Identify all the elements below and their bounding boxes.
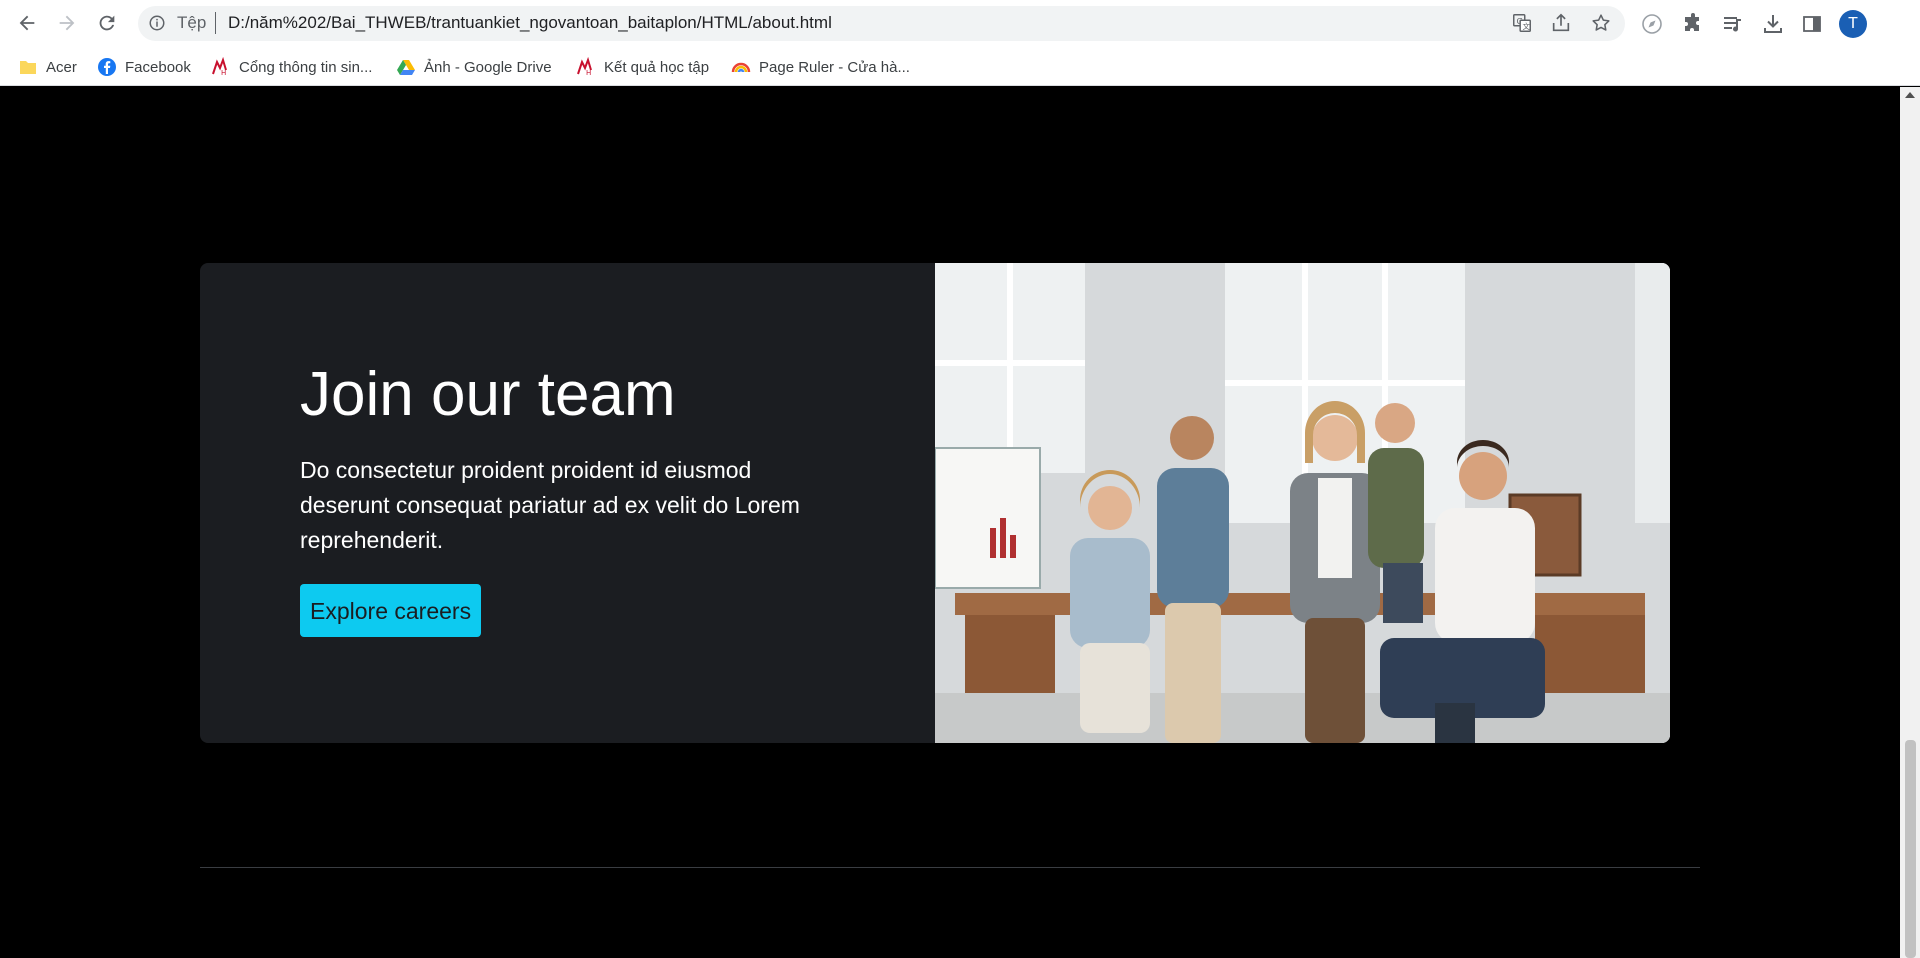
bookmarks-bar: Acer Facebook H Cổng thông tin sin... Ản… <box>0 48 1920 86</box>
svg-text:H: H <box>221 69 226 77</box>
bookmark-google-drive[interactable]: Ảnh - Google Drive <box>396 55 552 79</box>
reload-button[interactable] <box>92 8 122 38</box>
info-icon[interactable] <box>148 14 166 32</box>
bookmark-facebook[interactable]: Facebook <box>97 55 191 79</box>
svg-text:文: 文 <box>1522 22 1530 31</box>
card-description: Do consectetur proident proident id eius… <box>300 457 800 554</box>
back-button[interactable] <box>12 8 42 38</box>
bookmark-star-icon[interactable] <box>1590 12 1612 34</box>
google-drive-icon <box>397 60 415 75</box>
profile-avatar[interactable]: T <box>1839 10 1867 38</box>
bookmark-ket-qua-hoc-tap[interactable]: H Kết quả học tập <box>576 55 709 79</box>
facebook-icon <box>98 58 116 76</box>
forward-arrow-icon <box>59 15 75 31</box>
folder-icon <box>20 61 36 74</box>
caret-up-icon <box>1905 92 1915 98</box>
extensions-puzzle-icon[interactable] <box>1681 12 1705 36</box>
card-text-column: Join our team Do consectetur proident pr… <box>300 360 860 638</box>
scroll-up-button[interactable] <box>1900 87 1920 103</box>
university-icon: H <box>212 57 227 77</box>
reload-icon <box>99 15 115 31</box>
scroll-thumb[interactable] <box>1905 740 1916 958</box>
join-team-card: Join our team Do consectetur proident pr… <box>200 263 1670 743</box>
bookmark-label: Acer <box>46 58 77 76</box>
share-icon[interactable] <box>1550 12 1572 34</box>
back-arrow-icon <box>19 15 35 31</box>
translate-icon[interactable]: G文 <box>1511 12 1533 34</box>
url-separator <box>215 12 216 34</box>
bookmark-acer[interactable]: Acer <box>18 55 77 79</box>
forward-button[interactable] <box>52 8 82 38</box>
page-viewport: Join our team Do consectetur proident pr… <box>0 87 1900 958</box>
card-title: Join our team <box>300 360 676 429</box>
url-scheme-label: Tệp <box>177 13 207 32</box>
bookmark-label: Ảnh - Google Drive <box>424 58 552 76</box>
url-text[interactable]: D:/năm%202/Bai_THWEB/trantuankiet_ngovan… <box>228 13 832 33</box>
bookmark-label: Kết quả học tập <box>604 58 710 76</box>
team-photo <box>935 263 1670 743</box>
explore-careers-button[interactable]: Explore careers <box>300 584 482 638</box>
university-icon: H <box>577 57 592 77</box>
bookmark-label: Page Ruler - Cửa hà... <box>759 58 910 76</box>
reading-list-icon[interactable] <box>1721 12 1745 36</box>
svg-text:H: H <box>586 69 591 77</box>
bookmark-page-ruler[interactable]: Page Ruler - Cửa hà... <box>731 55 910 79</box>
bookmark-label: Cổng thông tin sin... <box>239 58 373 76</box>
download-icon[interactable] <box>1761 12 1785 36</box>
compass-extension-icon[interactable] <box>1640 12 1664 36</box>
browser-toolbar: Tệp D:/năm%202/Bai_THWEB/trantuankiet_ng… <box>0 0 1920 48</box>
bookmark-cong-thong-tin[interactable]: H Cổng thông tin sin... <box>211 55 372 79</box>
bookmark-label: Facebook <box>125 58 191 76</box>
page-scrollbar[interactable] <box>1900 87 1920 958</box>
side-panel-icon[interactable] <box>1800 12 1824 36</box>
rainbow-icon <box>731 62 751 73</box>
footer-divider <box>200 867 1700 868</box>
